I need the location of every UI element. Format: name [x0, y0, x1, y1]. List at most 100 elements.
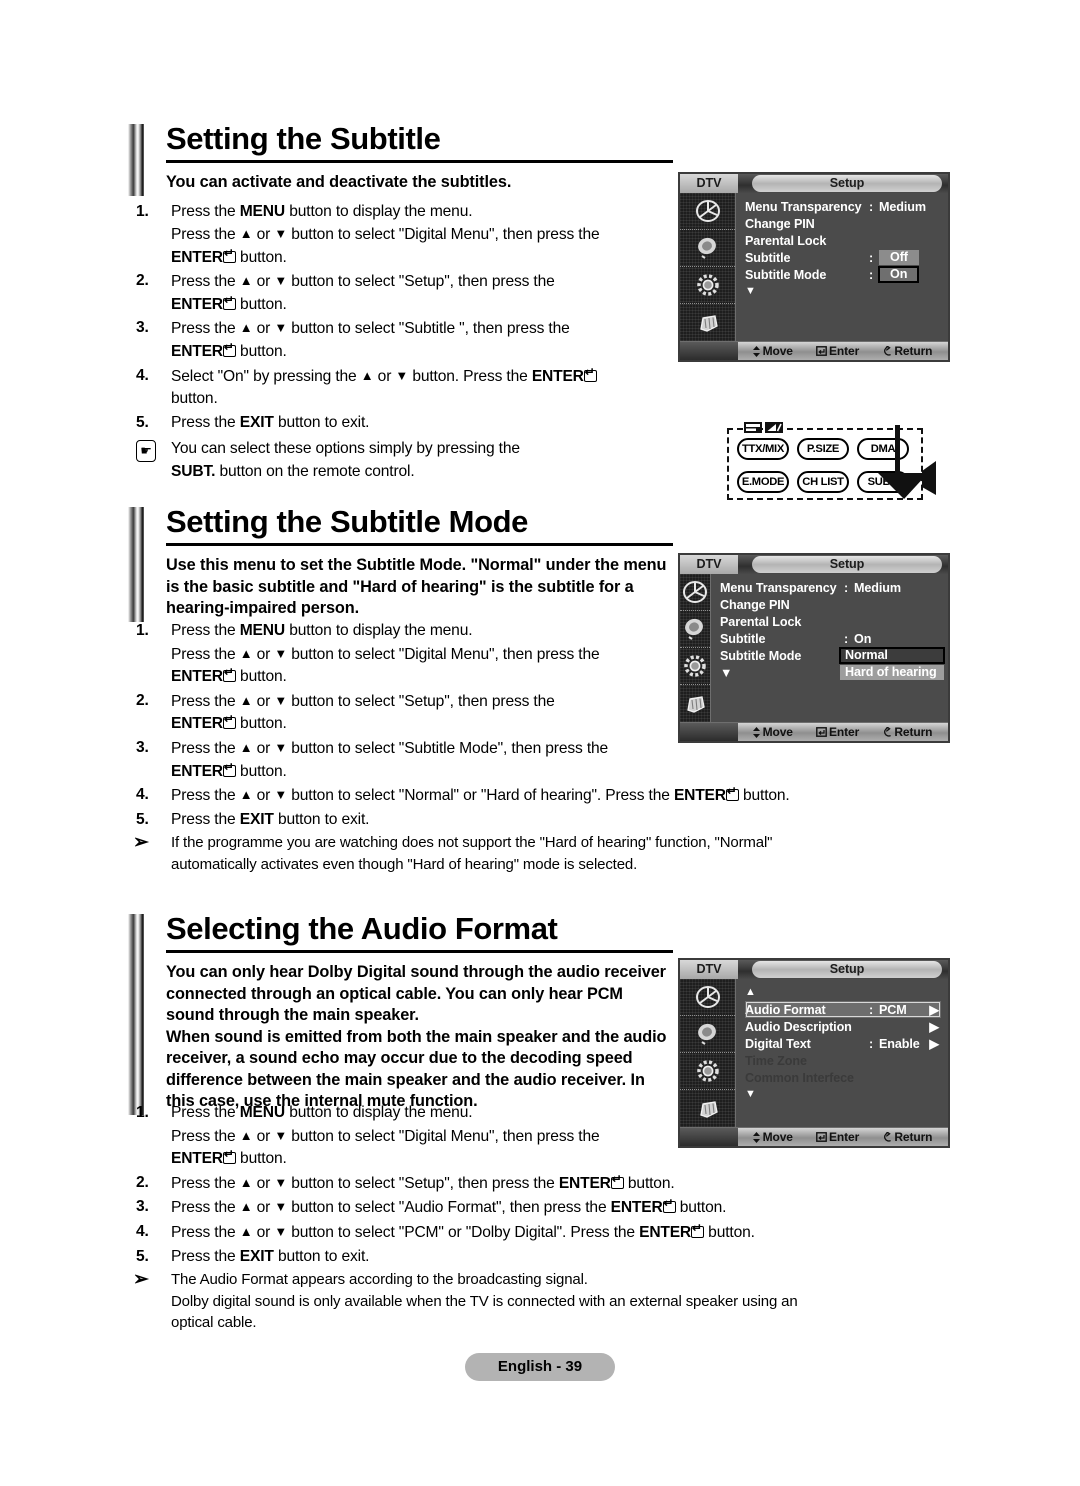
step-number: 1. [136, 1104, 149, 1121]
sound-icon[interactable] [680, 1053, 735, 1090]
osd-title: Setup [752, 175, 942, 192]
remote-button-ch-list[interactable]: CH LIST [797, 471, 849, 493]
osd-footer-return[interactable]: Return [882, 344, 932, 358]
osd-footer-enter[interactable]: Enter [816, 1130, 859, 1144]
remote-button-e-mode[interactable]: E.MODE [737, 471, 789, 493]
osd-source-label: DTV [680, 555, 738, 574]
step-text: Press the MENU button to display the men… [171, 622, 600, 685]
osd-row[interactable]: Digital Text : Enable ▶ [745, 1035, 941, 1052]
channel-icon[interactable] [680, 979, 735, 1016]
section-lead-text: You can activate and deactivate the subt… [166, 173, 512, 191]
step-number: 5. [136, 413, 149, 431]
step-item: 4. Press the ▲ or ▼ button to select "PC… [128, 1221, 938, 1245]
step-number: 5. [136, 810, 149, 828]
step-text: Select "On" by pressing the ▲ or ▼ butto… [171, 366, 597, 407]
osd-row-label: Parental Lock [745, 233, 827, 248]
osd-row[interactable]: Common Interfece [745, 1069, 941, 1086]
step-text: Press the ▲ or ▼ button to select "Setup… [171, 1173, 675, 1192]
osd-row[interactable]: Menu Transparency : Medium [745, 198, 941, 215]
osd-footer-return[interactable]: Return [882, 1130, 932, 1144]
osd-row-value[interactable]: Off [879, 250, 919, 265]
osd-row[interactable]: Subtitle Mode Normal [720, 647, 945, 664]
step-number: 5. [136, 1247, 149, 1265]
osd-row-value: Medium [879, 199, 926, 214]
sound-icon[interactable] [680, 648, 710, 685]
picture-icon[interactable] [680, 611, 710, 648]
osd-row[interactable]: Parental Lock [720, 613, 944, 630]
setup-hand-icon[interactable] [680, 304, 735, 341]
heading-block: Setting the Subtitle Mode Use this menu … [128, 505, 673, 622]
step-text: Press the EXIT button to exit. [171, 413, 370, 431]
section-setting-the-subtitle-mode: Setting the Subtitle Mode Use this menu … [128, 505, 673, 622]
page-number-badge: English - 39 [465, 1353, 615, 1381]
osd-footer-move[interactable]: Move [752, 725, 793, 739]
remote-button-p-size[interactable]: P.SIZE [797, 438, 849, 460]
osd-row[interactable]: ▼ Hard of hearing [720, 664, 944, 681]
osd-row[interactable]: Subtitle : On [720, 630, 944, 647]
osd-body: Menu Transparency : Medium Change PIN Pa… [680, 193, 948, 341]
osd-scroll-indicator[interactable]: ▲ [745, 984, 941, 1001]
setup-hand-icon[interactable] [680, 1090, 735, 1127]
step-number: 2. [136, 691, 149, 709]
osd-row[interactable]: Change PIN [745, 215, 941, 232]
osd-titlebar: DTV Setup [680, 960, 948, 979]
note-text: The Audio Format appears according to th… [171, 1271, 798, 1332]
step-number: 2. [136, 272, 149, 290]
osd-footer-move[interactable]: Move [752, 344, 793, 358]
section-lead-text: Use this menu to set the Subtitle Mode. … [166, 556, 667, 617]
osd-row-colon: : [869, 250, 874, 265]
osd-row[interactable]: Menu Transparency : Medium [720, 579, 944, 596]
note-item: ☛ You can select these options simply by… [128, 438, 673, 483]
section-setting-the-subtitle: Setting the Subtitle You can activate an… [128, 122, 673, 484]
osd-row-label: Subtitle Mode [720, 648, 802, 663]
osd-row[interactable]: Time Zone [745, 1052, 941, 1069]
osd-row-colon: : [869, 1002, 874, 1017]
setup-hand-icon[interactable] [680, 685, 710, 722]
osd-source-label: DTV [680, 174, 738, 193]
remote-button-ttx-mix[interactable]: TTX/MIX [737, 438, 789, 460]
osd-title: Setup [752, 961, 942, 978]
osd-row[interactable]: Audio Description ▶ [745, 1018, 941, 1035]
osd-row-value: PCM [879, 1002, 907, 1017]
osd-row-label: Digital Text [745, 1036, 811, 1051]
osd-option-selected[interactable]: Normal [839, 647, 945, 664]
channel-icon[interactable] [680, 193, 735, 230]
osd-setup-audio-format: DTV Setup ▲ Audio Format : PCM ▶ Audio De… [678, 958, 950, 1148]
step-number: 4. [136, 786, 149, 804]
picture-icon[interactable] [680, 230, 735, 267]
osd-category-sidebar [680, 979, 736, 1127]
osd-row[interactable]: Subtitle Mode : On [745, 266, 941, 283]
step-number: 3. [136, 319, 149, 337]
arrow-note-icon: ➢ [133, 1269, 149, 1291]
sound-icon[interactable] [680, 267, 735, 304]
osd-row[interactable]: Parental Lock [745, 232, 941, 249]
submenu-arrow-icon: ▶ [929, 1003, 939, 1017]
osd-row[interactable]: Subtitle : Off [745, 249, 941, 266]
step-number: 1. [136, 202, 149, 220]
osd-footer-return[interactable]: Return [882, 725, 932, 739]
osd-row[interactable]: Change PIN [720, 596, 944, 613]
step-number: 3. [136, 738, 149, 756]
osd-row-label: Audio Description [745, 1019, 852, 1034]
heading-accent-bar [128, 914, 144, 1115]
osd-row-value-selected[interactable]: On [877, 266, 920, 283]
osd-row[interactable]: Audio Format : PCM ▶ [745, 1001, 941, 1018]
osd-scroll-indicator[interactable]: ▼ [745, 1086, 941, 1103]
note-item: ➢ The Audio Format appears according to … [128, 1269, 938, 1334]
channel-icon[interactable] [680, 574, 710, 611]
pointer-arrow-icon [878, 425, 936, 499]
step-text: Press the ▲ or ▼ button to select "PCM" … [171, 1222, 755, 1241]
osd-scroll-indicator[interactable]: ▼ [745, 283, 941, 300]
step-item: 2. Press the ▲ or ▼ button to select "Se… [128, 1172, 938, 1196]
osd-footer-move[interactable]: Move [752, 1130, 793, 1144]
osd-row-label: Parental Lock [720, 614, 802, 629]
osd-footer-enter[interactable]: Enter [816, 344, 859, 358]
step-number: 4. [136, 366, 149, 384]
osd-option[interactable]: Hard of hearing [840, 665, 944, 680]
picture-icon[interactable] [680, 1016, 735, 1053]
osd-row-label: Common Interfece [745, 1070, 854, 1085]
osd-footer-enter[interactable]: Enter [816, 725, 859, 739]
note-text: You can select these options simply by p… [171, 440, 520, 481]
step-item: 3. Press the ▲ or ▼ button to select "Au… [128, 1196, 938, 1220]
step-text: Press the ▲ or ▼ button to select "Setup… [171, 273, 555, 313]
